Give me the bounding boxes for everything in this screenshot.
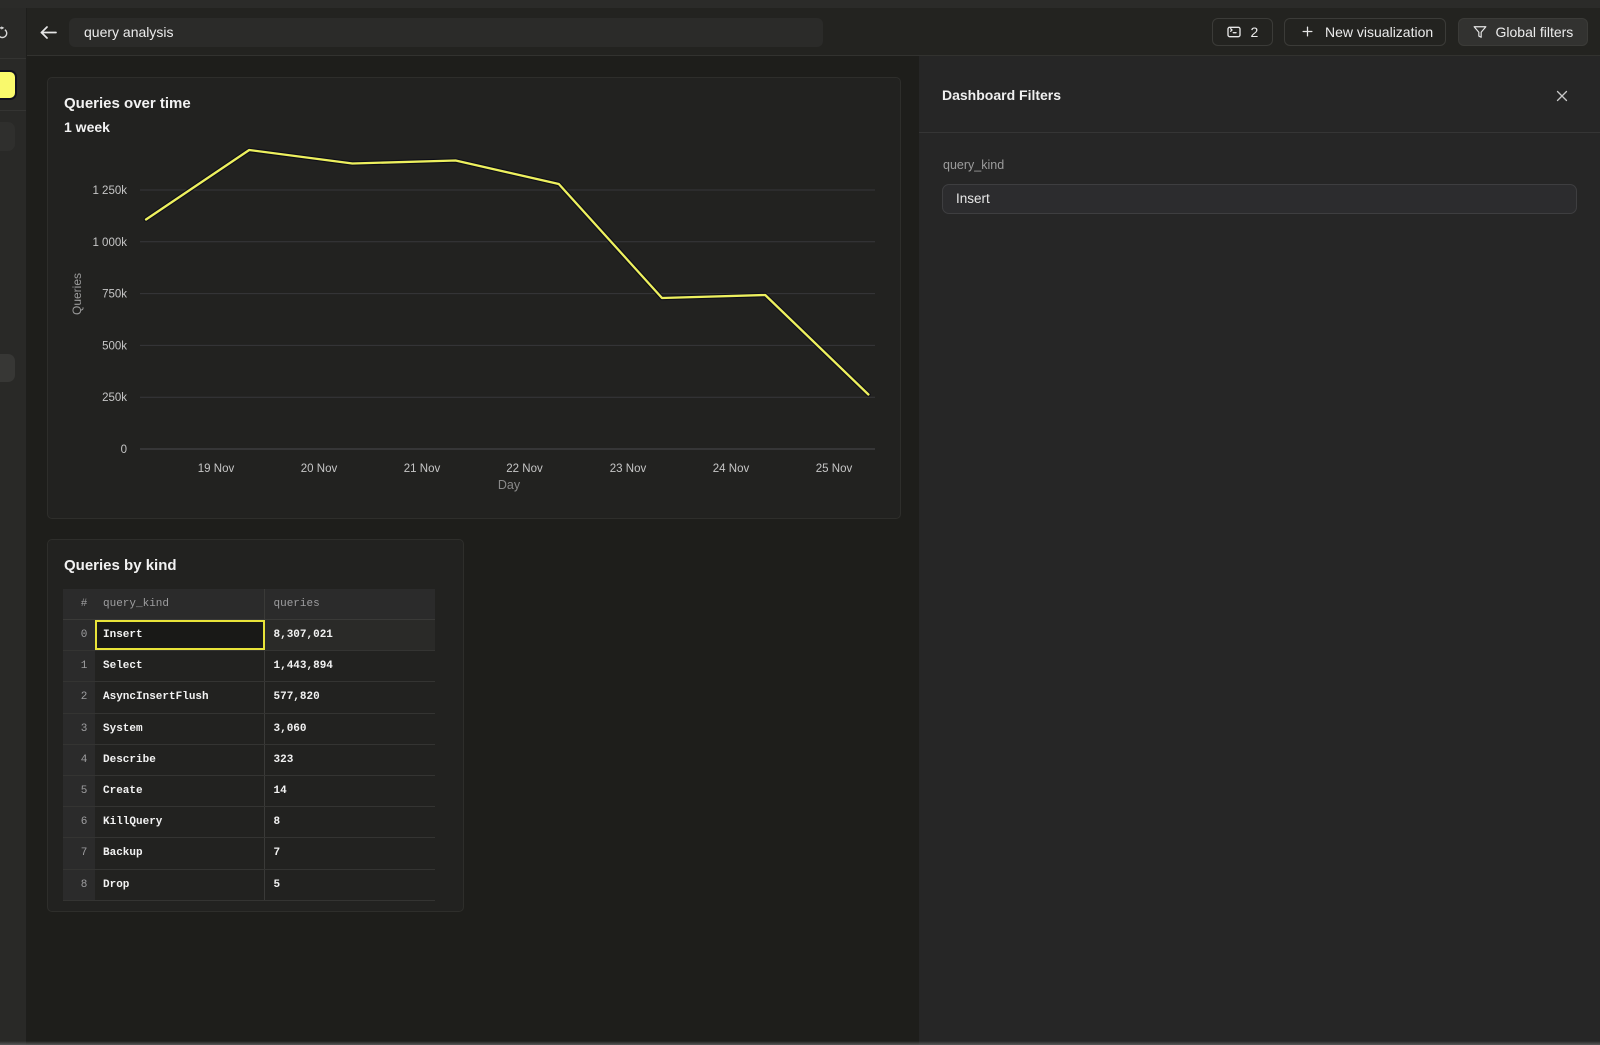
svg-text:1 000k: 1 000k	[92, 236, 127, 248]
svg-text:19 Nov: 19 Nov	[198, 463, 235, 475]
svg-text:22 Nov: 22 Nov	[506, 463, 543, 475]
svg-text:24 Nov: 24 Nov	[713, 463, 750, 475]
svg-text:Day: Day	[498, 478, 521, 492]
svg-text:21 Nov: 21 Nov	[404, 463, 441, 475]
svg-text:20 Nov: 20 Nov	[301, 463, 338, 475]
svg-text:1 250k: 1 250k	[92, 185, 127, 197]
svg-text:Queries: Queries	[70, 272, 84, 314]
svg-text:500k: 500k	[102, 340, 127, 352]
svg-text:23 Nov: 23 Nov	[610, 463, 647, 475]
svg-text:250k: 250k	[102, 392, 127, 404]
svg-text:0: 0	[121, 444, 127, 456]
svg-text:750k: 750k	[102, 288, 127, 300]
svg-text:25 Nov: 25 Nov	[816, 463, 853, 475]
